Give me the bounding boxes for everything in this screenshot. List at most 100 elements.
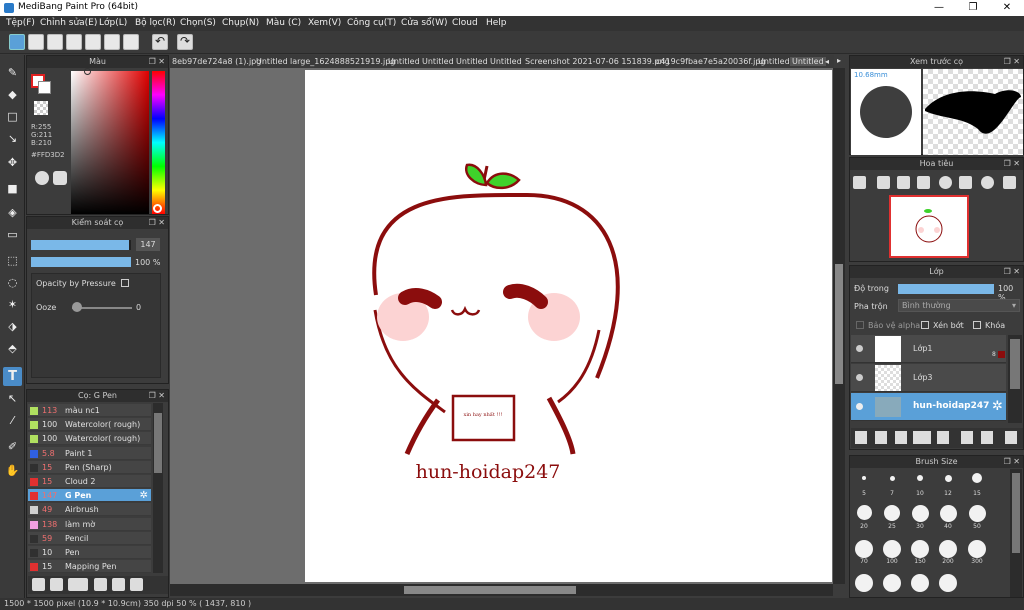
- tab-2[interactable]: large_1624888521919.jpg: [290, 57, 395, 66]
- add-brush-icon[interactable]: [32, 578, 45, 591]
- brush-size-dot[interactable]: [972, 473, 982, 483]
- upload-icon[interactable]: [28, 34, 44, 50]
- menu-help[interactable]: Help: [486, 16, 507, 31]
- minimize-button[interactable]: —: [922, 0, 956, 16]
- brush-item[interactable]: 113 màu nc1: [28, 404, 151, 417]
- blend-mode-select[interactable]: Bình thường ▾: [898, 299, 1020, 312]
- brush-size-dot[interactable]: [884, 505, 900, 521]
- tab-6[interactable]: Untitled: [490, 57, 522, 66]
- brush-item[interactable]: 5.8 Paint 1: [28, 446, 151, 460]
- transparent-color[interactable]: [34, 101, 48, 115]
- document-canvas[interactable]: xin hay nhất !!! hun-hoidap247: [305, 70, 832, 582]
- tab-active[interactable]: Untitled: [790, 57, 826, 66]
- menu-window[interactable]: Cửa sổ(W): [401, 16, 447, 31]
- tab-0[interactable]: 8eb97de724a8 (1).jpg: [172, 57, 261, 66]
- edit-brush-icon[interactable]: [94, 578, 107, 591]
- brush-size-dot[interactable]: [883, 540, 901, 558]
- hand-tool-icon[interactable]: ✋: [3, 461, 22, 480]
- brush-size-dot[interactable]: [968, 540, 986, 558]
- eye-icon[interactable]: [856, 345, 863, 352]
- brush-tool-icon[interactable]: ✎: [3, 63, 22, 82]
- panel-close-icon[interactable]: ❐ ✕: [149, 390, 165, 402]
- brush-item[interactable]: 15 Cloud 2: [28, 475, 151, 488]
- brush-size-slider[interactable]: [31, 240, 131, 250]
- menu-cloud[interactable]: Cloud: [452, 16, 478, 31]
- brush-size-dot[interactable]: [911, 540, 929, 558]
- rotate-left-icon[interactable]: [939, 176, 952, 189]
- panel-close-icon[interactable]: ❐ ✕: [1004, 56, 1020, 68]
- page-icon[interactable]: [85, 34, 101, 50]
- layer-folder-icon[interactable]: [937, 431, 949, 444]
- new-layer-icon[interactable]: [855, 431, 867, 444]
- select-eraser-icon[interactable]: ⬘: [3, 339, 22, 358]
- operation-tool-icon[interactable]: ↖: [3, 389, 22, 408]
- redo-icon[interactable]: ↷: [177, 34, 193, 50]
- menu-file[interactable]: Tệp(F): [6, 16, 35, 31]
- layer-dropdown-icon[interactable]: [913, 431, 931, 444]
- cloud-icon[interactable]: [9, 34, 25, 50]
- folder-icon[interactable]: [112, 578, 125, 591]
- menu-tools[interactable]: Công cụ(T): [347, 16, 396, 31]
- gear-icon[interactable]: ✲: [992, 399, 1003, 414]
- magic-wand-icon[interactable]: ✶: [3, 295, 22, 314]
- menu-select[interactable]: Chọn(S): [180, 16, 216, 31]
- layer-row[interactable]: Lớp1 8: [851, 335, 1006, 363]
- eraser-tool-icon[interactable]: ◆: [3, 85, 22, 104]
- select-tool-icon[interactable]: ⬚: [3, 251, 22, 270]
- color-history-icon[interactable]: [53, 171, 67, 185]
- canvas-horizontal-scrollbar[interactable]: [170, 584, 833, 596]
- brush-dropdown-icon[interactable]: [68, 578, 88, 591]
- duplicate-layer-icon[interactable]: [961, 431, 973, 444]
- close-button[interactable]: ✕: [990, 0, 1024, 16]
- rectangle-tool-icon[interactable]: □: [3, 107, 22, 126]
- panel-close-icon[interactable]: ❐ ✕: [1004, 266, 1020, 278]
- new-brush-icon[interactable]: [50, 578, 63, 591]
- brush-item[interactable]: 138 làm mờ: [28, 517, 151, 531]
- brush-opacity-slider[interactable]: [31, 257, 131, 267]
- brush-item[interactable]: 49 Airbrush: [28, 503, 151, 517]
- lasso-tool-icon[interactable]: ◌: [3, 273, 22, 292]
- panel-close-icon[interactable]: ❐ ✕: [149, 217, 165, 229]
- tab-1[interactable]: Untitled: [256, 57, 288, 66]
- layer-scrollbar[interactable]: [1008, 335, 1022, 423]
- fit-icon[interactable]: [897, 176, 910, 189]
- menu-color[interactable]: Màu (C): [266, 16, 301, 31]
- layer-row-selected[interactable]: hun-hoidap247 ✲: [851, 393, 1006, 421]
- eye-icon[interactable]: [856, 403, 863, 410]
- brush-size-dot[interactable]: [862, 476, 866, 480]
- tab-5[interactable]: Untitled: [456, 57, 488, 66]
- brush-size-dot[interactable]: [911, 505, 929, 522]
- dropper-tool-icon[interactable]: ⁄: [3, 411, 22, 430]
- brush-size-dot[interactable]: [968, 505, 986, 522]
- saturation-value-picker[interactable]: [71, 71, 149, 214]
- tab-3[interactable]: Untitled: [388, 57, 420, 66]
- zoom-out-icon[interactable]: [917, 176, 930, 189]
- chat-icon[interactable]: [66, 34, 82, 50]
- lock-checkbox[interactable]: [973, 321, 981, 329]
- background-color[interactable]: [38, 81, 51, 94]
- select-pen-icon[interactable]: ⬗: [3, 317, 22, 336]
- gear-icon[interactable]: ✲: [140, 489, 148, 502]
- list-icon[interactable]: [104, 34, 120, 50]
- brush-item[interactable]: 15 Pen (Sharp): [28, 460, 151, 474]
- brush-item-selected[interactable]: 147 G Pen ✲: [28, 489, 151, 503]
- zoom-in-alt-icon[interactable]: [877, 176, 890, 189]
- menu-layer[interactable]: Lớp(L): [99, 16, 127, 31]
- copy-brush-icon[interactable]: [130, 578, 143, 591]
- brush-size-dot[interactable]: [883, 574, 901, 592]
- zoom-in-icon[interactable]: [853, 176, 866, 189]
- bucket-tool-icon[interactable]: ◈: [3, 203, 22, 222]
- new-halftone-layer-icon[interactable]: [875, 431, 887, 444]
- brush-item[interactable]: 10 Pen: [28, 546, 151, 559]
- brush-size-scrollbar[interactable]: [1010, 469, 1022, 597]
- brush-size-dot[interactable]: [856, 505, 872, 520]
- new-8bit-layer-icon[interactable]: [895, 431, 907, 444]
- rotate-right-icon[interactable]: [981, 176, 994, 189]
- menu-capture[interactable]: Chụp(N): [222, 16, 259, 31]
- tab-9[interactable]: Untitled: [758, 57, 790, 66]
- tab-4[interactable]: Untitled: [422, 57, 454, 66]
- menu-edit[interactable]: Chỉnh sửa(E): [40, 16, 97, 31]
- brush-size-dot[interactable]: [889, 475, 895, 481]
- merge-layer-icon[interactable]: [981, 431, 993, 444]
- brush-size-dot[interactable]: [917, 475, 923, 481]
